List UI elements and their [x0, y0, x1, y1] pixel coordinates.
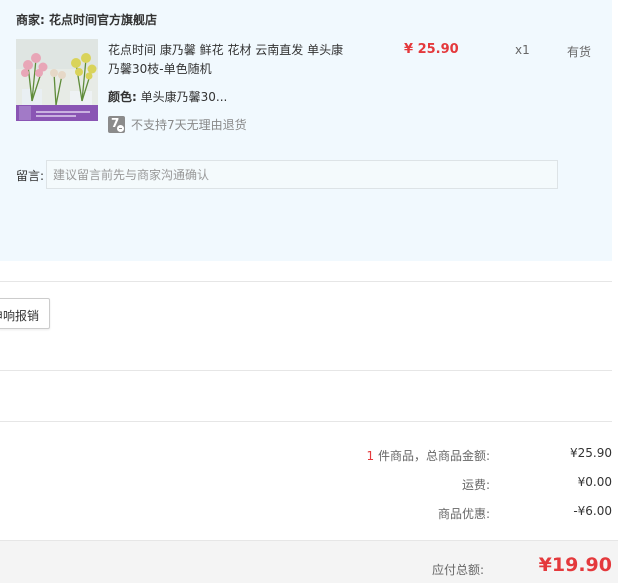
order-item-panel: 商家: 花点时间官方旗舰店 花点时间 康乃馨 鲜花 花材 云南直发 单头康 乃馨… — [0, 0, 612, 261]
return-policy-text: 不支持7天无理由退货 — [131, 118, 247, 132]
product-thumbnail[interactable] — [16, 39, 98, 121]
product-title[interactable]: 花点时间 康乃馨 鲜花 花材 云南直发 单头康 乃馨30枝-单色随机 — [108, 41, 353, 79]
remark-label: 留言: — [16, 169, 45, 183]
total-bar: 应付总额: ¥19.90 — [0, 540, 618, 583]
product-price: ¥ 25.90 — [404, 42, 459, 57]
product-quantity: x1 — [515, 43, 530, 57]
option-value: 单头康乃馨30... — [140, 90, 228, 104]
product-title-line1: 花点时间 康乃馨 鲜花 花材 云南直发 单头康 — [108, 43, 344, 57]
items-total-label: 1 件商品，总商品金额: — [366, 447, 490, 464]
discount-label: 商品优惠: — [437, 507, 490, 521]
merchant-label: 商家: — [16, 13, 45, 27]
remark-input[interactable] — [46, 160, 558, 189]
section-divider — [0, 281, 612, 282]
flower-bouquet-icon — [16, 39, 98, 121]
shipping-value: ¥0.00 — [577, 475, 612, 489]
merchant-name[interactable]: 花点时间官方旗舰店 — [49, 13, 157, 27]
merchant-info: 商家: 花点时间官方旗舰店 — [16, 11, 157, 28]
invoice-button[interactable]: 申响报销 — [0, 298, 50, 329]
total-label: 应付总额: — [431, 563, 484, 577]
items-label: 件商品，总商品金额: — [377, 449, 490, 463]
shipping-label: 运费: — [461, 478, 490, 492]
stock-status: 有货 — [567, 45, 592, 59]
invoice-button-label: 申响报销 — [0, 309, 39, 323]
product-title-line2: 乃馨30枝-单色随机 — [108, 62, 212, 76]
return-policy: 7 不支持7天无理由退货 — [108, 116, 247, 133]
total-value: ¥19.90 — [538, 554, 612, 576]
no-return-icon: 7 — [108, 116, 125, 133]
section-divider — [0, 421, 612, 422]
minus-circle-icon — [117, 125, 124, 132]
items-total-value: ¥25.90 — [570, 446, 612, 460]
item-count: 1 — [366, 449, 375, 463]
option-label: 颜色: — [108, 90, 137, 104]
product-option: 颜色: 单头康乃馨30... — [108, 88, 227, 105]
discount-value: -¥6.00 — [573, 504, 612, 518]
section-divider — [0, 370, 612, 371]
